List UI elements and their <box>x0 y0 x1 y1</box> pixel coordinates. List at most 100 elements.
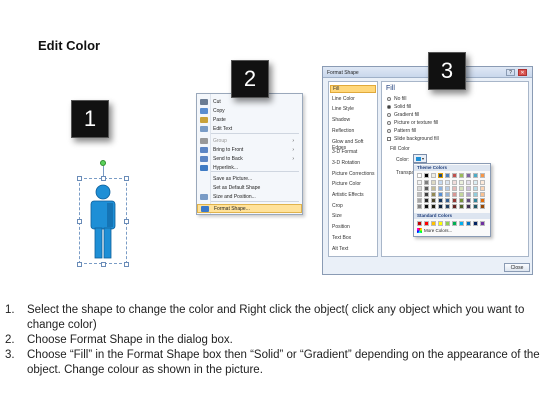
nav-item-crop[interactable]: Crop <box>332 203 343 211</box>
color-swatch[interactable] <box>480 173 485 178</box>
option-pattern-fill[interactable]: Pattern fill <box>387 127 416 134</box>
color-swatch[interactable] <box>445 198 450 203</box>
option-slide-background-fill[interactable]: Slide background fill <box>387 135 439 142</box>
color-swatch[interactable] <box>473 221 478 226</box>
color-swatch[interactable] <box>431 173 436 178</box>
option-no-fill[interactable]: No fill <box>387 95 407 102</box>
menu-item-save-as-picture[interactable]: Save as Picture... <box>197 174 302 183</box>
radio-button[interactable] <box>387 128 391 133</box>
color-swatch[interactable] <box>424 192 429 197</box>
nav-item-line-color[interactable]: Line Color <box>332 96 355 104</box>
color-swatch[interactable] <box>431 221 436 226</box>
menu-item-cut[interactable]: Cut <box>197 97 302 106</box>
color-swatch[interactable] <box>417 192 422 197</box>
nav-item-picture-color[interactable]: Picture Color <box>332 181 361 189</box>
color-swatch[interactable] <box>466 204 471 209</box>
color-swatch[interactable] <box>480 221 485 226</box>
option-picture-or-texture-fill[interactable]: Picture or texture fill <box>387 119 438 126</box>
color-swatch[interactable] <box>473 173 478 178</box>
color-swatch[interactable] <box>417 221 422 226</box>
color-swatch[interactable] <box>431 204 436 209</box>
color-swatch[interactable] <box>459 180 464 185</box>
resize-handle-ml[interactable] <box>77 219 82 224</box>
color-swatch[interactable] <box>452 192 457 197</box>
color-swatch[interactable] <box>424 198 429 203</box>
menu-item-format-shape[interactable]: Format Shape... <box>197 204 302 213</box>
nav-item-3-d-format[interactable]: 3-D Format <box>332 149 357 157</box>
color-swatch[interactable] <box>480 180 485 185</box>
color-swatch[interactable] <box>459 198 464 203</box>
color-swatch[interactable] <box>417 186 422 191</box>
color-swatch[interactable] <box>459 186 464 191</box>
nav-item-artistic-effects[interactable]: Artistic Effects <box>332 192 364 200</box>
color-swatch[interactable] <box>431 192 436 197</box>
color-swatch[interactable] <box>424 173 429 178</box>
nav-item-text-box[interactable]: Text Box <box>332 235 351 243</box>
resize-handle-tl[interactable] <box>77 176 82 181</box>
nav-item-alt-text[interactable]: Alt Text <box>332 246 348 254</box>
color-swatch[interactable] <box>445 204 450 209</box>
color-swatch[interactable] <box>466 198 471 203</box>
nav-item-3-d-rotation[interactable]: 3-D Rotation <box>332 160 360 168</box>
color-swatch[interactable] <box>459 204 464 209</box>
menu-item-bring-to-front[interactable]: Bring to Front › <box>197 145 302 154</box>
menu-item-edit-text[interactable]: Edit Text <box>197 124 302 133</box>
resize-handle-tc[interactable] <box>101 176 106 181</box>
color-swatch[interactable] <box>473 204 478 209</box>
nav-item-position[interactable]: Position <box>332 224 350 232</box>
resize-handle-tr[interactable] <box>124 176 129 181</box>
color-swatch[interactable] <box>438 204 443 209</box>
radio-button[interactable] <box>387 104 391 109</box>
color-swatch[interactable] <box>445 173 450 178</box>
color-swatch[interactable] <box>466 186 471 191</box>
color-swatch[interactable] <box>473 198 478 203</box>
checkbox[interactable] <box>387 136 391 141</box>
nav-item-line-style[interactable]: Line Style <box>332 106 354 114</box>
color-swatch[interactable] <box>438 186 443 191</box>
resize-handle-mr[interactable] <box>124 219 129 224</box>
radio-button[interactable] <box>387 112 391 117</box>
nav-item-reflection[interactable]: Reflection <box>332 128 354 136</box>
color-swatch[interactable] <box>480 198 485 203</box>
nav-item-size[interactable]: Size <box>332 213 342 221</box>
color-swatch[interactable] <box>431 180 436 185</box>
color-swatch[interactable] <box>459 221 464 226</box>
radio-button[interactable] <box>387 96 391 101</box>
resize-handle-bl[interactable] <box>77 262 82 267</box>
menu-item-set-as-default-shape[interactable]: Set as Default Shape <box>197 183 302 192</box>
color-swatch[interactable] <box>452 198 457 203</box>
color-swatch[interactable] <box>473 186 478 191</box>
nav-item-fill[interactable]: Fill <box>330 85 376 93</box>
color-swatch[interactable] <box>466 173 471 178</box>
color-swatch[interactable] <box>452 204 457 209</box>
color-swatch[interactable] <box>459 192 464 197</box>
color-swatch[interactable] <box>417 173 422 178</box>
color-swatch[interactable] <box>445 192 450 197</box>
nav-item-glow-and-soft-edges[interactable]: Glow and Soft Edges <box>332 139 377 151</box>
color-swatch[interactable] <box>466 180 471 185</box>
menu-item-copy[interactable]: Copy <box>197 106 302 115</box>
color-swatch[interactable] <box>480 192 485 197</box>
color-swatch[interactable] <box>438 198 443 203</box>
color-swatch[interactable] <box>452 173 457 178</box>
color-swatch[interactable] <box>417 204 422 209</box>
color-swatch[interactable] <box>445 221 450 226</box>
color-swatch[interactable] <box>438 173 443 178</box>
color-swatch[interactable] <box>431 198 436 203</box>
help-button[interactable]: ? <box>506 69 515 76</box>
menu-item-paste[interactable]: Paste <box>197 115 302 124</box>
color-swatch[interactable] <box>452 221 457 226</box>
color-swatch[interactable] <box>473 192 478 197</box>
color-swatch[interactable] <box>452 186 457 191</box>
option-gradient-fill[interactable]: Gradient fill <box>387 111 419 118</box>
color-swatch[interactable] <box>438 221 443 226</box>
close-button[interactable]: Close <box>504 263 530 272</box>
color-swatch[interactable] <box>424 186 429 191</box>
color-dropdown-button[interactable]: ▾ <box>413 154 427 163</box>
color-swatch[interactable] <box>417 198 422 203</box>
color-swatch[interactable] <box>445 186 450 191</box>
color-swatch[interactable] <box>480 204 485 209</box>
color-swatch[interactable] <box>459 173 464 178</box>
color-swatch[interactable] <box>438 192 443 197</box>
color-swatch[interactable] <box>424 204 429 209</box>
